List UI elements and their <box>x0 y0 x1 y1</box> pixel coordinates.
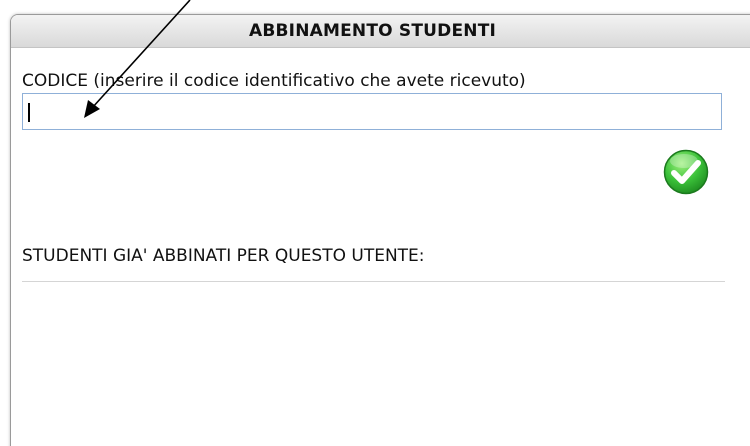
linked-students-label: STUDENTI GIA' ABBINATI PER QUESTO UTENTE… <box>22 246 425 266</box>
code-input[interactable] <box>22 93 722 130</box>
code-field-label: CODICE (inserire il codice identificativ… <box>22 71 526 91</box>
text-caret <box>28 103 30 122</box>
divider <box>22 281 725 282</box>
confirm-button[interactable] <box>663 149 709 195</box>
dialog-header: ABBINAMENTO STUDENTI <box>11 15 750 48</box>
green-checkmark-icon <box>663 149 709 195</box>
dialog-title: ABBINAMENTO STUDENTI <box>249 21 497 41</box>
page: ABBINAMENTO STUDENTI CODICE (inserire il… <box>0 0 750 446</box>
